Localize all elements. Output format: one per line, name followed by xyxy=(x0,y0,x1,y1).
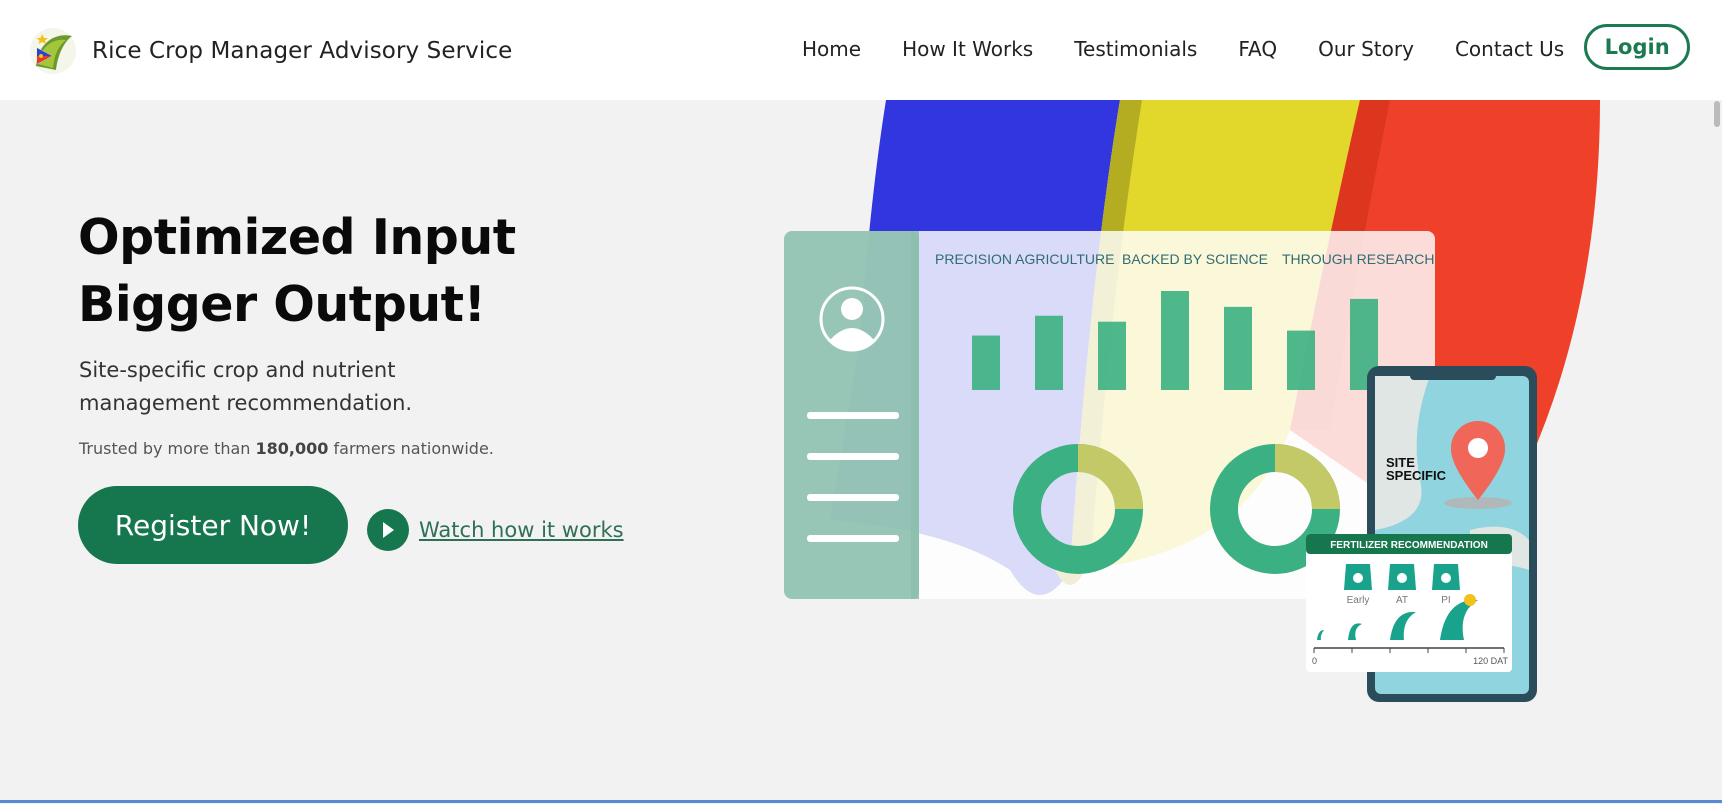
chart-bar xyxy=(1098,321,1126,390)
ph-flag-swirl-logo xyxy=(30,28,76,74)
hero-section: Optimized Input Bigger Output! Site-spec… xyxy=(0,100,1722,804)
timeline-start: 0 xyxy=(1312,656,1317,666)
tag-precision: PRECISION AGRICULTURE xyxy=(935,251,1114,267)
login-button[interactable]: Login xyxy=(1584,24,1691,70)
nav-testimonials[interactable]: Testimonials xyxy=(1074,37,1197,61)
progress-line xyxy=(0,800,1722,803)
stage-at: AT xyxy=(1396,595,1408,606)
nav-faq[interactable]: FAQ xyxy=(1238,37,1277,61)
fertilizer-bag-icon xyxy=(1432,564,1460,590)
headline-line-1: Optimized Input xyxy=(78,209,516,266)
tag-science: BACKED BY SCIENCE xyxy=(1122,251,1268,267)
site-header: Rice Crop Manager Advisory Service Home … xyxy=(0,0,1722,100)
watch-video-link[interactable]: Watch how it works xyxy=(367,509,624,551)
timeline-end: 120 DAT xyxy=(1473,656,1508,666)
nav-how-it-works[interactable]: How It Works xyxy=(902,37,1033,61)
play-icon[interactable] xyxy=(367,509,409,551)
fertilizer-bag-icon xyxy=(1344,564,1372,590)
fertilizer-card xyxy=(1306,534,1512,672)
chart-bar xyxy=(1035,315,1063,390)
chart-bar xyxy=(972,335,1000,390)
trust-line: Trusted by more than 180,000 farmers nat… xyxy=(79,439,494,458)
headline-line-2: Bigger Output! xyxy=(78,276,486,333)
trust-count: 180,000 xyxy=(255,439,329,458)
tag-research: THROUGH RESEARCH xyxy=(1282,251,1434,267)
site-label-2: SPECIFIC xyxy=(1386,468,1447,483)
trust-suffix: farmers nationwide. xyxy=(333,439,494,458)
brand-name: Rice Crop Manager Advisory Service xyxy=(92,38,513,64)
nav-contact-us[interactable]: Contact Us xyxy=(1455,37,1564,61)
brand[interactable]: Rice Crop Manager Advisory Service xyxy=(28,26,512,76)
chart-bar xyxy=(1224,306,1252,390)
stage-pi: PI xyxy=(1441,595,1450,606)
chart-bar xyxy=(1287,330,1315,390)
fertilizer-title: FERTILIZER RECOMMENDATION xyxy=(1330,540,1488,551)
main-nav: Home How It Works Testimonials FAQ Our S… xyxy=(802,24,1691,70)
hero-subline: Site-specific crop and nutrient manageme… xyxy=(79,358,413,415)
nav-home[interactable]: Home xyxy=(802,37,861,61)
scrollbar-thumb[interactable] xyxy=(1714,101,1720,127)
nav-our-story[interactable]: Our Story xyxy=(1318,37,1414,61)
chart-bar xyxy=(1161,291,1189,390)
fertilizer-bag-icon xyxy=(1388,564,1416,590)
hero-illustration: PRECISION AGRICULTURE BACKED BY SCIENCE … xyxy=(784,100,1600,702)
watch-video-label[interactable]: Watch how it works xyxy=(419,518,624,542)
stage-early: Early xyxy=(1347,595,1370,606)
register-button[interactable]: Register Now! xyxy=(78,486,348,564)
hero-headline: Optimized Input Bigger Output! xyxy=(78,204,516,338)
trust-prefix: Trusted by more than xyxy=(79,439,251,458)
